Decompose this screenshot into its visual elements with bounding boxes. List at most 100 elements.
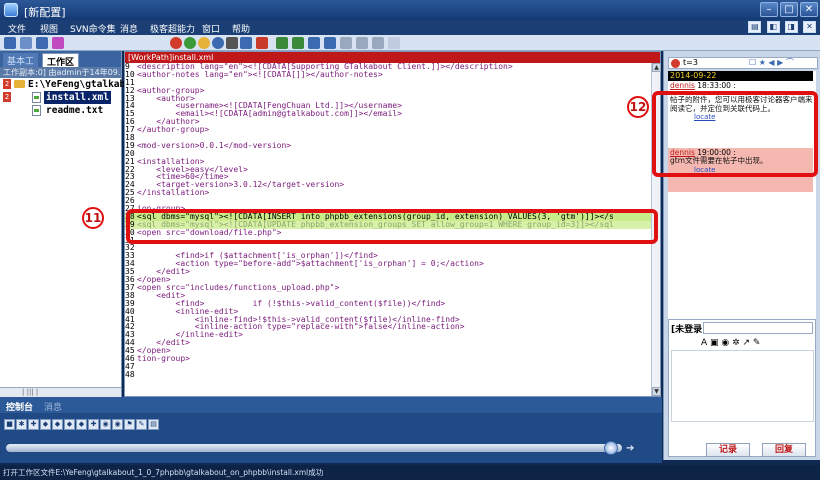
console-tool-icon[interactable]: ◆ xyxy=(64,419,75,430)
tab-messages[interactable]: 消息 xyxy=(44,400,62,413)
menu-bar: 文件 视图 SVN命令集 消息 极客超能力 窗口 帮助 ▤ ◧ ◨ ✕ xyxy=(0,20,820,35)
workspace-icon[interactable] xyxy=(20,37,32,49)
console-tool-icon[interactable]: ▤ xyxy=(148,419,159,430)
change-badge: 2 xyxy=(3,79,11,89)
menu-message[interactable]: 消息 xyxy=(120,22,138,35)
message-input[interactable] xyxy=(671,350,814,422)
console-tool-icon[interactable]: ◆ xyxy=(40,419,51,430)
close-doc-icon[interactable]: ✕ xyxy=(803,21,816,33)
close-button[interactable]: ✕ xyxy=(800,2,818,17)
copy-icon[interactable] xyxy=(372,37,384,49)
window-title: [新配置] xyxy=(24,6,66,19)
menu-svn[interactable]: SVN命令集 xyxy=(70,22,116,35)
dropdown-icon[interactable] xyxy=(226,37,238,49)
thread-nav-icons[interactable]: ☐ ★ ◀ ▶ ⌒ xyxy=(749,57,794,68)
code-line[interactable]: 15 <email><![CDATA[admin@gtalkabout.com]… xyxy=(125,110,652,118)
menu-window[interactable]: 窗口 xyxy=(202,22,220,35)
thread-selector[interactable]: t=3 ☐ ★ ◀ ▶ ⌒ xyxy=(668,57,818,69)
horizontal-scrollbar[interactable]: | ||| | xyxy=(0,387,121,397)
upload-icon[interactable] xyxy=(292,37,304,49)
code-line[interactable]: 46 tion-group> xyxy=(125,353,652,363)
refresh-icon[interactable] xyxy=(388,37,400,49)
menu-file[interactable]: 文件 xyxy=(8,22,26,35)
code-line[interactable]: 19 <mod-version>0.0.1</mod-version> xyxy=(125,140,652,150)
line-text: <mod-version>0.0.1</mod-version> xyxy=(137,140,292,150)
message-user[interactable]: dennis xyxy=(670,81,695,90)
code-line[interactable]: 12 <author-group> xyxy=(125,86,652,95)
toolbar xyxy=(0,35,820,51)
code-line[interactable]: 44 </edit> xyxy=(125,339,652,347)
reply-button[interactable]: 回复 xyxy=(762,443,806,457)
save-icon[interactable] xyxy=(36,37,48,49)
highlight-box-12 xyxy=(652,91,818,177)
warning-icon[interactable] xyxy=(198,37,210,49)
tab-workspace[interactable]: 工作区 xyxy=(42,53,80,68)
minus-icon[interactable] xyxy=(340,37,352,49)
code-line[interactable]: 47 xyxy=(125,362,652,371)
tile-icon[interactable]: ◨ xyxy=(784,21,798,33)
code-line[interactable]: 35 </edit> xyxy=(125,268,652,276)
record-button[interactable]: 记录 xyxy=(706,443,750,457)
line-text: <author-notes lang="en"><![CDATA[]]></au… xyxy=(137,69,383,79)
commit-icon[interactable] xyxy=(240,37,252,49)
filter-icon[interactable] xyxy=(52,37,64,49)
console-tool-icon[interactable]: ◆ xyxy=(76,419,87,430)
console-tool-icon[interactable]: ◉ xyxy=(100,419,111,430)
sync-icon[interactable] xyxy=(212,37,224,49)
callout-12: 12 xyxy=(627,96,649,118)
line-text: tion-group> xyxy=(137,353,190,363)
file-icon xyxy=(32,92,41,103)
tab-console[interactable]: 控制台 xyxy=(6,400,33,413)
menu-geek[interactable]: 极客超能力 xyxy=(150,22,195,35)
code-line[interactable]: 43 </inline-edit> xyxy=(125,331,652,339)
scroll-down-icon[interactable]: ▼ xyxy=(652,387,661,396)
menu-view[interactable]: 视图 xyxy=(40,22,58,35)
console-tool-icon[interactable]: ■ xyxy=(4,419,15,430)
table-icon[interactable] xyxy=(356,37,368,49)
console-toolbar: ■ ✱ ✚ ◆ ◆ ◆ ◆ ✚ ◉ ◉ ⚑ ✎ ▤ xyxy=(4,418,160,432)
search-icon[interactable] xyxy=(256,37,268,49)
console-tool-icon[interactable]: ◉ xyxy=(112,419,123,430)
open-folder-icon[interactable] xyxy=(4,37,16,49)
console-tool-icon[interactable]: ✎ xyxy=(136,419,147,430)
highlight-box-11 xyxy=(126,209,658,244)
console-tool-icon[interactable]: ✚ xyxy=(28,419,39,430)
console-tool-icon[interactable]: ⚑ xyxy=(124,419,135,430)
minimize-button[interactable]: – xyxy=(760,2,778,17)
split-icon[interactable]: ◧ xyxy=(766,21,780,33)
file-icon xyxy=(32,105,41,116)
code-line[interactable]: 25 </installation> xyxy=(125,189,652,197)
code-line[interactable]: 48 xyxy=(125,370,652,379)
title-input[interactable] xyxy=(703,322,813,334)
scroll-up-icon[interactable]: ▲ xyxy=(652,63,661,72)
up-icon[interactable] xyxy=(276,37,288,49)
status-bar: 打开工作区文件E:\YeFeng\gtalkabout_1_0_7phpbb\g… xyxy=(0,465,820,480)
tab-basic[interactable]: 基本工 xyxy=(3,53,39,67)
console-tool-icon[interactable]: ✚ xyxy=(88,419,99,430)
go-arrow-icon[interactable]: ➔ xyxy=(626,443,634,454)
code-line[interactable]: 34 <action type="before-add">$attachment… xyxy=(125,260,652,268)
code-line[interactable]: 26 xyxy=(125,197,652,205)
left-icon[interactable] xyxy=(308,37,320,49)
code-line[interactable]: 17 </author-group> xyxy=(125,126,652,134)
date-header: 2014-09-22 xyxy=(668,71,813,81)
code-line[interactable]: 37 <open src="includes/functions_upload.p… xyxy=(125,283,652,292)
progress-track xyxy=(6,444,622,452)
run-icon[interactable] xyxy=(184,37,196,49)
code-line[interactable]: 45 </open> xyxy=(125,347,652,355)
stop-icon[interactable] xyxy=(170,37,182,49)
console-tool-icon[interactable]: ✱ xyxy=(16,419,27,430)
tree-file-readme[interactable]: readme.txt xyxy=(0,104,121,117)
code-line[interactable]: 10 <author-notes lang="en"><![CDATA[]]></… xyxy=(125,69,652,79)
menu-help[interactable]: 帮助 xyxy=(232,22,250,35)
progress-knob[interactable] xyxy=(604,441,618,455)
console-tool-icon[interactable]: ◆ xyxy=(52,419,63,430)
download-icon[interactable] xyxy=(324,37,336,49)
layout-icon[interactable]: ▤ xyxy=(748,21,762,33)
compose-box: [未登录 A ▣ ◉ ✲ ↗ ✎ xyxy=(668,319,816,457)
tree-file-install[interactable]: 2 install.xml xyxy=(0,91,121,104)
tree-folder-root[interactable]: 2 E:\YeFeng\gtalkab xyxy=(0,78,125,91)
app-window: [新配置] – □ ✕ 文件 视图 SVN命令集 消息 极客超能力 窗口 帮助 … xyxy=(0,0,820,480)
maximize-button[interactable]: □ xyxy=(780,2,798,17)
format-toolbar[interactable]: A ▣ ◉ ✲ ↗ ✎ xyxy=(701,338,760,348)
